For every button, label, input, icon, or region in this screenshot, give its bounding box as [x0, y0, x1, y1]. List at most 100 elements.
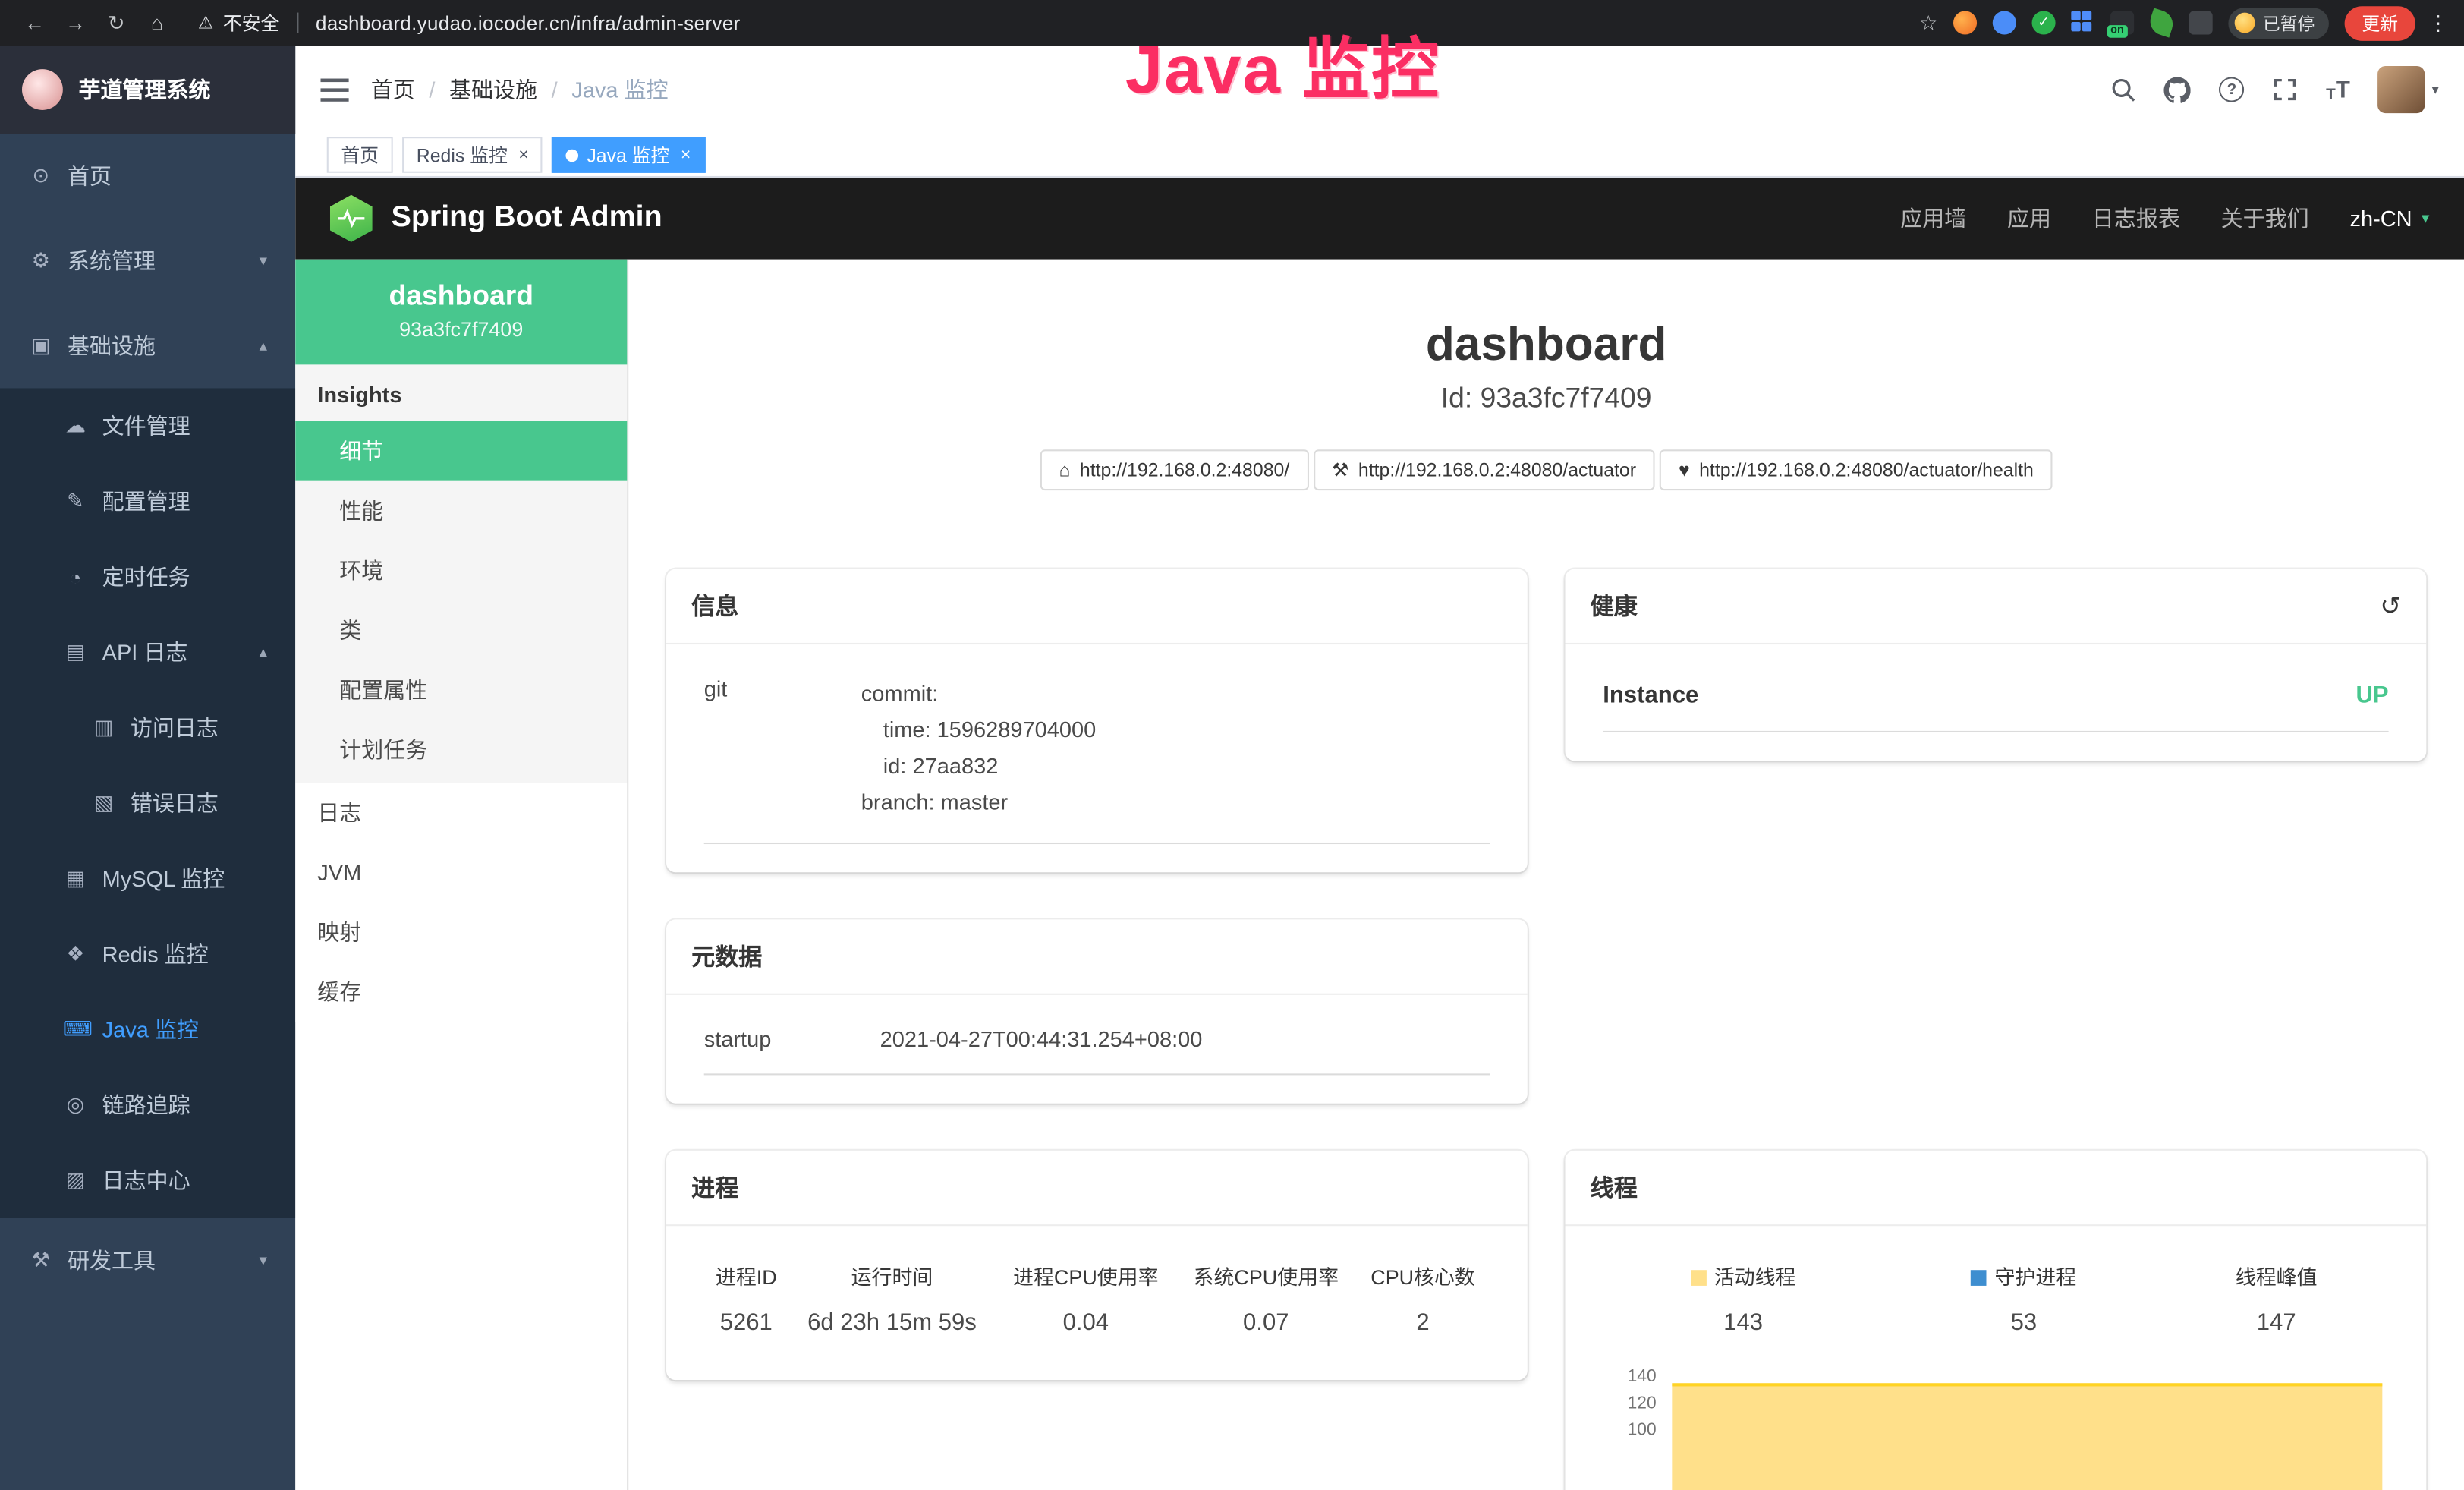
- user-menu[interactable]: ▾: [2378, 66, 2439, 113]
- health-card: 健康 ↺ Instance UP: [1566, 569, 2427, 761]
- col-uptime: 运行时间: [788, 1248, 996, 1296]
- hamburger-icon[interactable]: [320, 78, 348, 102]
- sba-item-caches[interactable]: 缓存: [295, 962, 627, 1022]
- pencil-icon: ✎: [63, 489, 88, 514]
- breadcrumb-item-infrastructure[interactable]: 基础设施: [449, 74, 537, 105]
- sba-item-jvm[interactable]: JVM: [295, 843, 627, 903]
- address-bar[interactable]: ⚠ 不安全 dashboard.yudao.iocoder.cn/infra/a…: [198, 9, 741, 36]
- tools-icon: ⚒: [28, 1248, 53, 1273]
- main-panel: 首页 / 基础设施 / Java 监控 ?: [295, 46, 2464, 1490]
- instance-header[interactable]: dashboard 93a3fc7f7409: [295, 260, 627, 365]
- sidebar-item-label: 文件管理: [102, 410, 267, 441]
- sidebar-item-label: 定时任务: [102, 561, 267, 592]
- on-badge-label: on: [2107, 25, 2127, 38]
- sidebar-item-label: 错误日志: [131, 787, 267, 818]
- redis-icon: ❖: [63, 941, 88, 966]
- extension-leaf-icon[interactable]: [2147, 8, 2176, 37]
- spring-boot-admin: Spring Boot Admin 应用墙 应用 日志报表 关于我们 zh-CN…: [295, 178, 2464, 1490]
- sba-navbar: Spring Boot Admin 应用墙 应用 日志报表 关于我们 zh-CN…: [295, 178, 2464, 260]
- forward-icon[interactable]: →: [57, 11, 95, 34]
- process-card: 进程 进程ID 运行时间 进程CPU使用率 系统CPU使用率 CP: [666, 1151, 1528, 1380]
- sidebar-item-error-logs[interactable]: ▧ 错误日志: [0, 765, 295, 840]
- security-label[interactable]: 不安全: [223, 9, 280, 36]
- chevron-up-icon: ▴: [260, 644, 267, 661]
- timer-icon: ◔: [63, 565, 88, 588]
- sba-item-details[interactable]: 细节: [295, 421, 627, 481]
- home-icon[interactable]: ⌂: [138, 11, 176, 34]
- sidebar-item-log-center[interactable]: ▨ 日志中心: [0, 1142, 295, 1218]
- sidebar-item-file-mgmt[interactable]: ☁ 文件管理: [0, 388, 295, 463]
- app-logo-bar[interactable]: 芋道管理系统: [0, 46, 295, 134]
- database-icon: ▦: [63, 866, 88, 891]
- sba-item-performance[interactable]: 性能: [295, 481, 627, 541]
- sba-nav-wallboard[interactable]: 应用墙: [1900, 203, 1966, 234]
- fullscreen-icon[interactable]: [2273, 77, 2298, 102]
- search-icon[interactable]: [2110, 77, 2135, 102]
- extension-grid-icon[interactable]: [2071, 11, 2094, 34]
- sidebar-item-config-mgmt[interactable]: ✎ 配置管理: [0, 464, 295, 539]
- val-system-cpu: 0.07: [1176, 1296, 1356, 1351]
- sba-item-environment[interactable]: 环境: [295, 540, 627, 600]
- sba-locale-select[interactable]: zh-CN ▾: [2349, 206, 2429, 231]
- paused-badge[interactable]: 已暂停: [2228, 7, 2329, 38]
- health-row-instance[interactable]: Instance UP: [1603, 660, 2388, 732]
- avatar[interactable]: [2378, 66, 2425, 113]
- tab-java-monitor[interactable]: Java 监控 ×: [552, 137, 705, 173]
- process-card-body: 进程ID 运行时间 进程CPU使用率 系统CPU使用率 CPU核心数 5261: [666, 1226, 1528, 1380]
- sba-item-scheduled-tasks[interactable]: 计划任务: [295, 720, 627, 780]
- sba-nav-applications[interactable]: 应用: [2007, 203, 2051, 234]
- extension-green-check-icon[interactable]: ✓: [2032, 11, 2056, 34]
- font-size-large-glyph: T: [2336, 76, 2350, 102]
- update-button[interactable]: 更新: [2345, 5, 2415, 40]
- sidebar-item-label: 首页: [68, 160, 267, 191]
- history-icon[interactable]: ↺: [2380, 591, 2401, 622]
- extensions-puzzle-icon[interactable]: [2189, 11, 2213, 34]
- sidebar-item-home[interactable]: ⊙ 首页: [0, 134, 295, 219]
- col-pid: 进程ID: [704, 1248, 788, 1296]
- sba-item-logs[interactable]: 日志: [295, 783, 627, 843]
- sba-nav-about[interactable]: 关于我们: [2221, 203, 2309, 234]
- sidebar-item-java-monitor[interactable]: ⌨ Java 监控: [0, 992, 295, 1067]
- sidebar-item-access-logs[interactable]: ▥ 访问日志: [0, 690, 295, 765]
- monitor-icon: ▣: [28, 333, 53, 358]
- tab-redis-monitor[interactable]: Redis 监控 ×: [402, 137, 543, 173]
- sidebar-item-label: 日志中心: [102, 1164, 267, 1195]
- bookmark-star-icon[interactable]: ☆: [1919, 10, 1937, 35]
- instance-link-home[interactable]: ⌂ http://192.168.0.2:48080/: [1040, 449, 1308, 490]
- close-icon[interactable]: ×: [681, 146, 691, 165]
- instance-link-actuator[interactable]: ⚒ http://192.168.0.2:48080/actuator: [1313, 449, 1655, 490]
- extension-on-badge-icon[interactable]: on: [2110, 11, 2134, 34]
- sidebar-item-api-logs[interactable]: ▤ API 日志 ▴: [0, 615, 295, 690]
- instance-id: 93a3fc7f7409: [308, 317, 615, 341]
- sidebar-item-dev-tools[interactable]: ⚒ 研发工具 ▾: [0, 1218, 295, 1303]
- threads-card: 线程 活动线程 守护进程 线程峰值: [1566, 1151, 2427, 1490]
- sidebar-item-scheduled-tasks[interactable]: ◔ 定时任务: [0, 539, 295, 614]
- github-icon[interactable]: [2164, 76, 2191, 102]
- sidebar-item-mysql-monitor[interactable]: ▦ MySQL 监控: [0, 841, 295, 916]
- extension-fox-icon[interactable]: [1953, 11, 1977, 34]
- close-icon[interactable]: ×: [518, 146, 528, 165]
- legend-peak-threads: 线程峰值: [2164, 1248, 2389, 1296]
- tab-home[interactable]: 首页: [327, 137, 393, 173]
- url-text[interactable]: dashboard.yudao.iocoder.cn/infra/admin-s…: [316, 12, 741, 34]
- sidebar-item-label: 系统管理: [68, 245, 245, 276]
- sba-nav-journal[interactable]: 日志报表: [2092, 203, 2180, 234]
- sba-item-classes[interactable]: 类: [295, 600, 627, 660]
- sidebar-item-redis-monitor[interactable]: ❖ Redis 监控: [0, 916, 295, 991]
- sba-item-config-props[interactable]: 配置属性: [295, 660, 627, 720]
- breadcrumb-item-home[interactable]: 首页: [371, 74, 415, 105]
- instance-link-health[interactable]: ♥ http://192.168.0.2:48080/actuator/heal…: [1660, 449, 2053, 490]
- sba-brand[interactable]: Spring Boot Admin: [392, 201, 662, 236]
- help-icon[interactable]: ?: [2219, 77, 2244, 102]
- insights-group-label: Insights: [295, 364, 627, 421]
- sba-item-mappings[interactable]: 映射: [295, 903, 627, 962]
- extension-blue-icon[interactable]: [1993, 11, 2016, 34]
- font-size-icon[interactable]: T T: [2326, 76, 2350, 102]
- sidebar-item-infrastructure[interactable]: ▣ 基础设施 ▴: [0, 304, 295, 389]
- back-icon[interactable]: ←: [16, 11, 54, 34]
- browser-menu-icon[interactable]: ⋮: [2428, 10, 2448, 35]
- reload-icon[interactable]: ↻: [97, 10, 135, 35]
- app-title: 芋道管理系统: [79, 74, 211, 105]
- sidebar-item-tracing[interactable]: ◎ 链路追踪: [0, 1067, 295, 1142]
- sidebar-item-system-mgmt[interactable]: ⚙ 系统管理 ▾: [0, 219, 295, 304]
